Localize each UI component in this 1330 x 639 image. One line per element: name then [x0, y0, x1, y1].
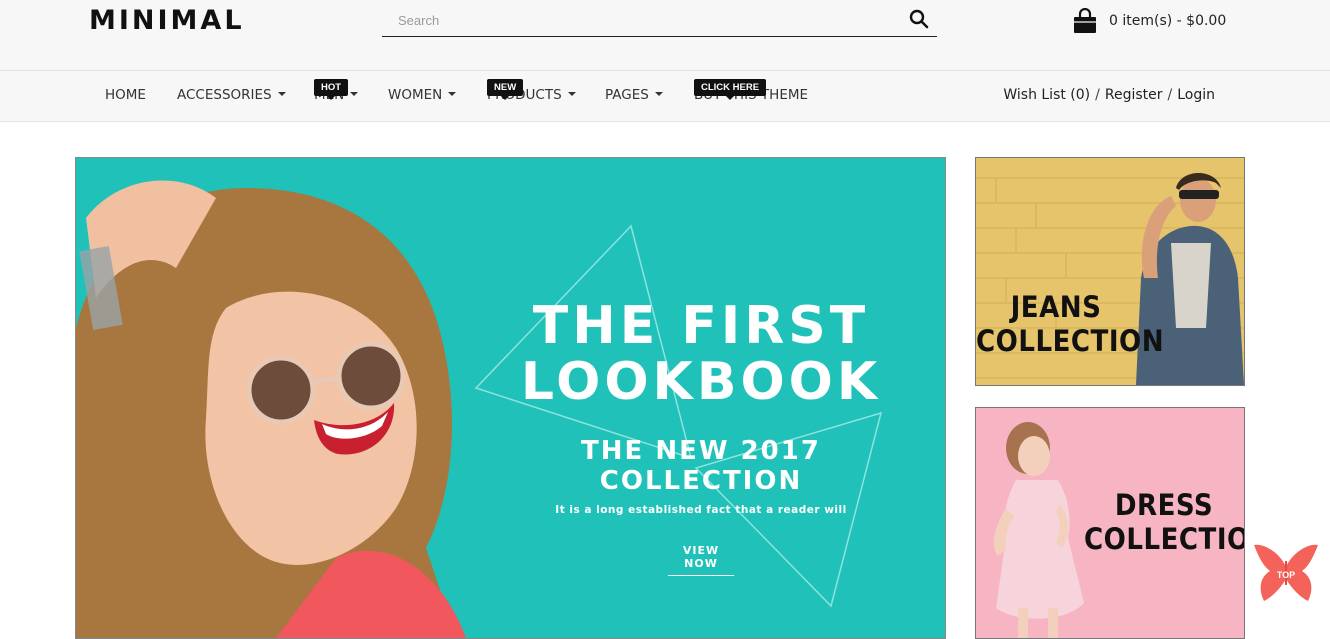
- nav-label: WOMEN: [388, 87, 443, 103]
- hero-subtitle: THE NEW 2017 COLLECTION: [581, 436, 821, 496]
- hero-title: THE FIRST LOOKBOOK: [476, 298, 926, 410]
- separator: /: [1167, 87, 1173, 103]
- nav-item-pages[interactable]: PAGES: [605, 87, 663, 103]
- jeans-line1: JEANS: [1010, 290, 1102, 324]
- register-link[interactable]: Register: [1105, 87, 1163, 103]
- nav-item-women[interactable]: WOMEN: [388, 87, 457, 103]
- jeans-collection-banner[interactable]: JEANS COLLECTION: [975, 157, 1245, 386]
- view-now-button[interactable]: VIEW NOW: [668, 544, 734, 576]
- shopping-bag-icon: [1074, 8, 1096, 33]
- hot-badge: HOT: [314, 79, 349, 100]
- nav-item-men[interactable]: HOT MEN: [314, 79, 359, 103]
- caret-down-icon: [654, 92, 663, 96]
- back-to-top-label: TOP: [1276, 570, 1296, 580]
- main-navigation: HOME ACCESSORIES HOT MEN WOMEN NEW PRODU…: [0, 71, 1330, 122]
- search-icon[interactable]: [909, 9, 929, 29]
- cart-button[interactable]: 0 item(s) - $0.00: [1072, 6, 1226, 36]
- caret-down-icon: [448, 92, 457, 96]
- account-links: Wish List (0) / Register / Login: [1003, 87, 1215, 103]
- site-logo[interactable]: MINIMAL: [89, 5, 245, 36]
- nav-label: ACCESSORIES: [177, 87, 272, 103]
- caret-down-icon: [567, 92, 576, 96]
- wishlist-link[interactable]: Wish List (0): [1003, 87, 1090, 103]
- new-badge: NEW: [487, 79, 524, 100]
- dress-line1: DRESS: [1114, 488, 1214, 522]
- login-link[interactable]: Login: [1177, 87, 1215, 103]
- jeans-line2: COLLECTION: [976, 324, 1165, 358]
- nav-item-home[interactable]: HOME: [105, 87, 146, 103]
- search-bar: [382, 4, 937, 37]
- nav-label: HOME: [105, 87, 146, 103]
- click-here-badge: CLICK HERE: [694, 79, 767, 100]
- nav-label: PAGES: [605, 87, 649, 103]
- hero-slider[interactable]: THE FIRST LOOKBOOK THE NEW 2017 COLLECTI…: [75, 157, 946, 639]
- search-input[interactable]: [396, 8, 900, 32]
- hero-title-line2: LOOKBOOK: [520, 352, 882, 412]
- dress-line2: COLLECTION: [1084, 522, 1244, 556]
- dress-collection-banner[interactable]: DRESS COLLECTION: [975, 407, 1245, 639]
- caret-down-icon: [277, 92, 286, 96]
- hero-title-line1: THE FIRST: [532, 296, 870, 356]
- jeans-banner-title: JEANS COLLECTION: [976, 290, 1165, 358]
- separator: /: [1095, 87, 1100, 103]
- caret-down-icon: [350, 92, 359, 96]
- header-top-bar: MINIMAL 0 item(s) - $0.00: [0, 0, 1330, 71]
- back-to-top-button[interactable]: TOP: [1252, 541, 1320, 605]
- dress-banner-title: DRESS COLLECTION: [1084, 488, 1244, 556]
- nav-item-products[interactable]: NEW PRODUCTS: [487, 79, 576, 103]
- nav-item-buy-theme[interactable]: CLICK HERE BUY THIS THEME: [694, 79, 808, 103]
- nav-item-accessories[interactable]: ACCESSORIES: [177, 87, 286, 103]
- cart-summary: 0 item(s) - $0.00: [1109, 13, 1227, 29]
- hero-description: It is a long established fact that a rea…: [555, 504, 847, 516]
